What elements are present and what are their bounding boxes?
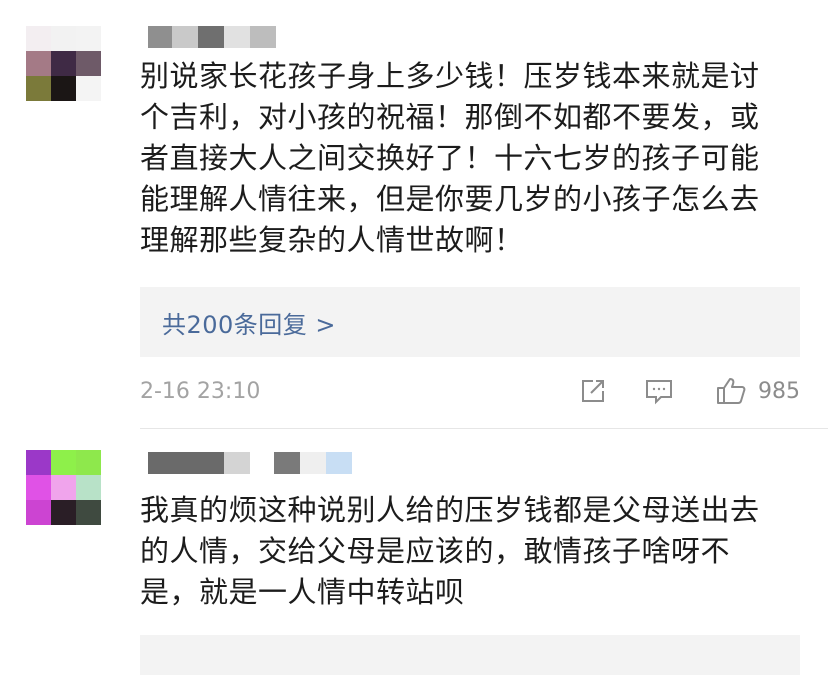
comment-text-line: 的人情，交给父母是应该的，敢情孩子啥呀不	[140, 534, 731, 568]
comment-actions: 985	[576, 374, 800, 408]
view-replies-button[interactable]: 共200条回复 >	[140, 287, 800, 357]
comment-icon[interactable]	[642, 374, 676, 408]
like-count: 985	[758, 378, 800, 404]
comment-text: 别说家长花孩子身上多少钱！压岁钱本来就是讨 个吉利，对小孩的祝福！那倒不如都不要…	[140, 56, 790, 261]
avatar-pixel	[51, 26, 76, 51]
avatar-pixel	[76, 500, 101, 525]
comment-text-line: 能理解人情往来，但是你要几岁的小孩子怎么去	[140, 182, 760, 216]
username-redacted[interactable]	[148, 452, 352, 474]
view-replies-button[interactable]	[140, 635, 800, 675]
avatar-pixel	[26, 26, 51, 51]
share-icon[interactable]	[576, 374, 610, 408]
avatar-pixel	[76, 450, 101, 475]
username-blur-block	[198, 26, 224, 48]
avatar-pixel	[26, 500, 51, 525]
avatar-pixel	[51, 450, 76, 475]
username-blur-block	[224, 452, 250, 474]
avatar-pixel	[26, 450, 51, 475]
comment-text-line: 是，就是一人情中转站呗	[140, 575, 465, 609]
username-blur-block	[224, 26, 250, 48]
comment-text-line: 者直接大人之间交换好了！十六七岁的孩子可能	[140, 141, 760, 175]
username-blur-block	[148, 452, 224, 474]
comment-text: 我真的烦这种说别人给的压岁钱都是父母送出去 的人情，交给父母是应该的，敢情孩子啥…	[140, 490, 790, 613]
view-replies-label: 共200条回复 >	[162, 310, 337, 339]
avatar-pixel	[51, 500, 76, 525]
avatar-pixel	[51, 76, 76, 101]
comment-item: 别说家长花孩子身上多少钱！压岁钱本来就是讨 个吉利，对小孩的祝福！那倒不如都不要…	[0, 0, 828, 430]
comment-text-line: 个吉利，对小孩的祝福！那倒不如都不要发，或	[140, 100, 760, 134]
username-blur-block	[148, 26, 172, 48]
avatar-pixel	[26, 76, 51, 101]
comment-text-line: 我真的烦这种说别人给的压岁钱都是父母送出去	[140, 493, 760, 527]
timestamp: 2-16 23:10	[140, 378, 261, 404]
avatar[interactable]	[26, 450, 101, 525]
comment-meta: 2-16 23:10 985	[140, 374, 800, 408]
comment-text-line: 理解那些复杂的人情世故啊！	[140, 223, 524, 257]
avatar-pixel	[76, 51, 101, 76]
divider	[140, 428, 828, 429]
username-blur-block	[172, 26, 198, 48]
username-blur-block	[326, 452, 352, 474]
avatar-pixel	[76, 475, 101, 500]
username-blur-block	[300, 452, 326, 474]
avatar-pixel	[26, 475, 51, 500]
avatar[interactable]	[26, 26, 101, 101]
avatar-pixel	[26, 51, 51, 76]
avatar-pixel	[76, 76, 101, 101]
comment-text-line: 别说家长花孩子身上多少钱！压岁钱本来就是讨	[140, 59, 760, 93]
avatar-pixel	[76, 26, 101, 51]
comment-item: 我真的烦这种说别人给的压岁钱都是父母送出去 的人情，交给父母是应该的，敢情孩子啥…	[0, 430, 828, 675]
username-blur-block	[250, 26, 276, 48]
username-blur-block	[274, 452, 300, 474]
avatar-pixel	[51, 475, 76, 500]
thumbs-up-icon[interactable]	[714, 374, 748, 408]
avatar-pixel	[51, 51, 76, 76]
username-redacted[interactable]	[148, 26, 276, 48]
